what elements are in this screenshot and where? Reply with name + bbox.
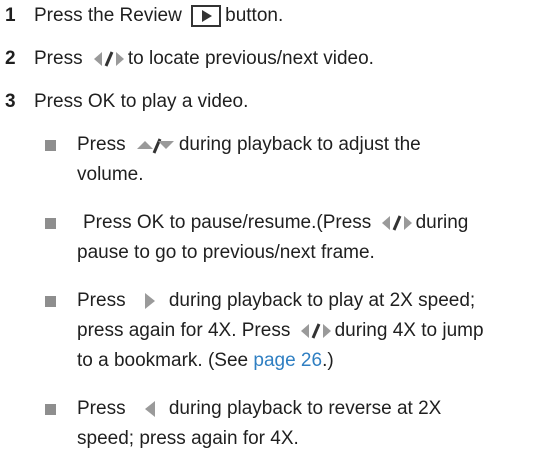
bullet-text: Press [77,398,126,419]
step-1: 1 Press the Review button. [0,4,283,28]
bullet-text: .) [322,350,334,371]
step-text: to locate previous/next video. [127,48,374,69]
page-link[interactable]: page 26 [253,350,322,371]
left-right-arrow-icon [92,49,126,69]
step-text: Press OK to play a video. [34,91,249,112]
review-button-icon [191,4,222,27]
bullet-text: Press OK to pause/resume.(Press [83,212,372,233]
bullet-text: press again for 4X. Press [77,320,291,341]
step-text: Press the Review [34,5,182,26]
bullet-text: pause to go to previous/next frame. [77,242,375,263]
bullet-text: to a bookmark. (See [77,350,249,371]
bullet-text: speed; press again for 4X. [77,428,299,449]
bullet-text: during playback to adjust the [178,134,421,155]
step-text: Press [34,48,83,69]
bullet-marker [45,296,56,307]
step-number: 1 [5,5,16,26]
bullet-text: during [415,212,469,233]
step-3: 3 Press OK to play a video. [0,90,248,114]
step-2: 2 Press to locate previous/next video. [0,47,374,71]
up-down-arrow-icon [135,135,175,155]
bullet-text: during 4X to jump [334,320,484,341]
bullet-marker [45,404,56,415]
bullet-text: Press [77,134,126,155]
step-number: 3 [5,91,16,112]
left-right-arrow-icon [299,321,333,341]
bullet-text: during playback to play at 2X speed; [168,290,476,311]
right-arrow-icon [143,291,157,311]
bullet-marker [45,140,56,151]
left-arrow-icon [143,399,157,419]
bullet-marker [45,218,56,229]
bullet-text: volume. [77,164,144,185]
left-right-arrow-icon [380,213,414,233]
bullet-text: Press [77,290,126,311]
instructions-page: 1 Press the Review button. 2 Press to loca… [0,0,552,466]
step-text: button. [225,5,284,26]
step-number: 2 [5,48,16,69]
bullet-text: during playback to reverse at 2X [168,398,442,419]
